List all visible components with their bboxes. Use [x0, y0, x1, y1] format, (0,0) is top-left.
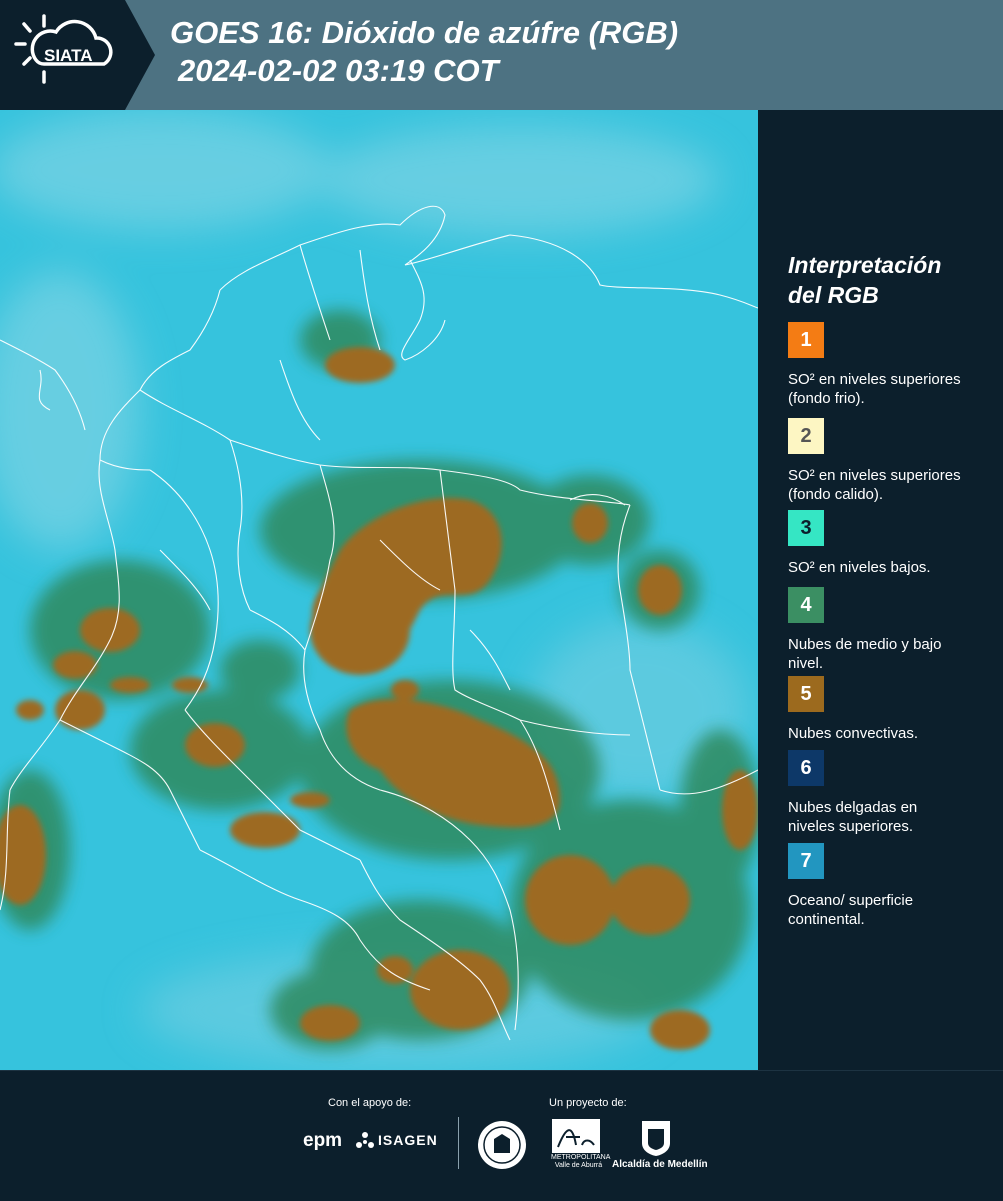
page-title: GOES 16: Dióxido de azúfre (RGB) 2024-02…: [170, 14, 678, 90]
legend-desc-6: Nubes delgadas en niveles superiores.: [788, 799, 918, 835]
logo-text: SIATA: [44, 46, 92, 65]
footer-divider: [458, 1117, 459, 1169]
legend-swatch-4: 4: [788, 587, 824, 623]
legend-desc-2: SO² en niveles superiores (fondo calido)…: [788, 467, 961, 503]
legend-item-3: 3 SO² en niveles bajos.: [788, 510, 988, 577]
footer-bar: Con el apoyo de: Un proyecto de: epm ISA…: [0, 1070, 1003, 1201]
isagen-logo: ISAGEN: [378, 1132, 438, 1148]
alcaldia-shield-icon: [642, 1121, 670, 1156]
legend-swatch-1: 1: [788, 322, 824, 358]
epm-logo: epm: [303, 1130, 343, 1151]
logo-block: SIATA: [0, 0, 155, 110]
siata-logo: SIATA: [14, 14, 113, 84]
title-line-2: 2024-02-02 03:19 COT: [178, 53, 499, 88]
area-metropolitana-text: METROPOLITANA Valle de Aburrá: [551, 1154, 611, 1169]
satellite-image: [0, 110, 758, 1070]
legend-desc-7: Oceano/ superficie continental.: [788, 892, 914, 928]
legend-item-4: 4 Nubes de medio y bajo nivel.: [788, 587, 988, 673]
legend-item-5: 5 Nubes convectivas.: [788, 676, 988, 743]
alcaldia-logo-text: Alcaldía de Medellín: [612, 1159, 708, 1170]
legend-title-line-2: del RGB: [788, 282, 879, 308]
support-label: Con el apoyo de:: [328, 1097, 412, 1109]
legend-desc-5: Nubes convectivas.: [788, 725, 919, 742]
legend-swatch-2: 2: [788, 418, 824, 454]
legend-swatch-6: 6: [788, 750, 824, 786]
legend-swatch-7: 7: [788, 843, 824, 879]
legend-item-2: 2 SO² en niveles superiores (fondo calid…: [788, 418, 988, 504]
legend-item-1: 1 SO² en niveles superiores (fondo frio)…: [788, 322, 988, 408]
project-label: Un proyecto de:: [549, 1097, 627, 1109]
area-metropolitana-logo: [552, 1119, 600, 1153]
legend-swatch-3: 3: [788, 510, 824, 546]
legend-desc-3: SO² en niveles bajos.: [788, 559, 931, 576]
legend-item-6: 6 Nubes delgadas en niveles superiores.: [788, 750, 988, 836]
satellite-map: [0, 110, 758, 1070]
legend-desc-1: SO² en niveles superiores (fondo frio).: [788, 371, 961, 407]
header-bar: SIATA GOES 16: Dióxido de azúfre (RGB) 2…: [0, 0, 1003, 110]
legend-title-line-1: Interpretación: [788, 252, 942, 278]
legend-panel: Interpretación del RGB 1 SO² en niveles …: [788, 250, 988, 928]
title-line-1: GOES 16: Dióxido de azúfre (RGB): [170, 15, 679, 50]
isagen-icon: [356, 1132, 374, 1148]
legend-item-7: 7 Oceano/ superficie continental.: [788, 843, 988, 929]
legend-desc-4: Nubes de medio y bajo nivel.: [788, 636, 942, 672]
university-seal-icon: [478, 1121, 526, 1169]
legend-swatch-5: 5: [788, 676, 824, 712]
legend-title: Interpretación del RGB: [788, 250, 988, 310]
